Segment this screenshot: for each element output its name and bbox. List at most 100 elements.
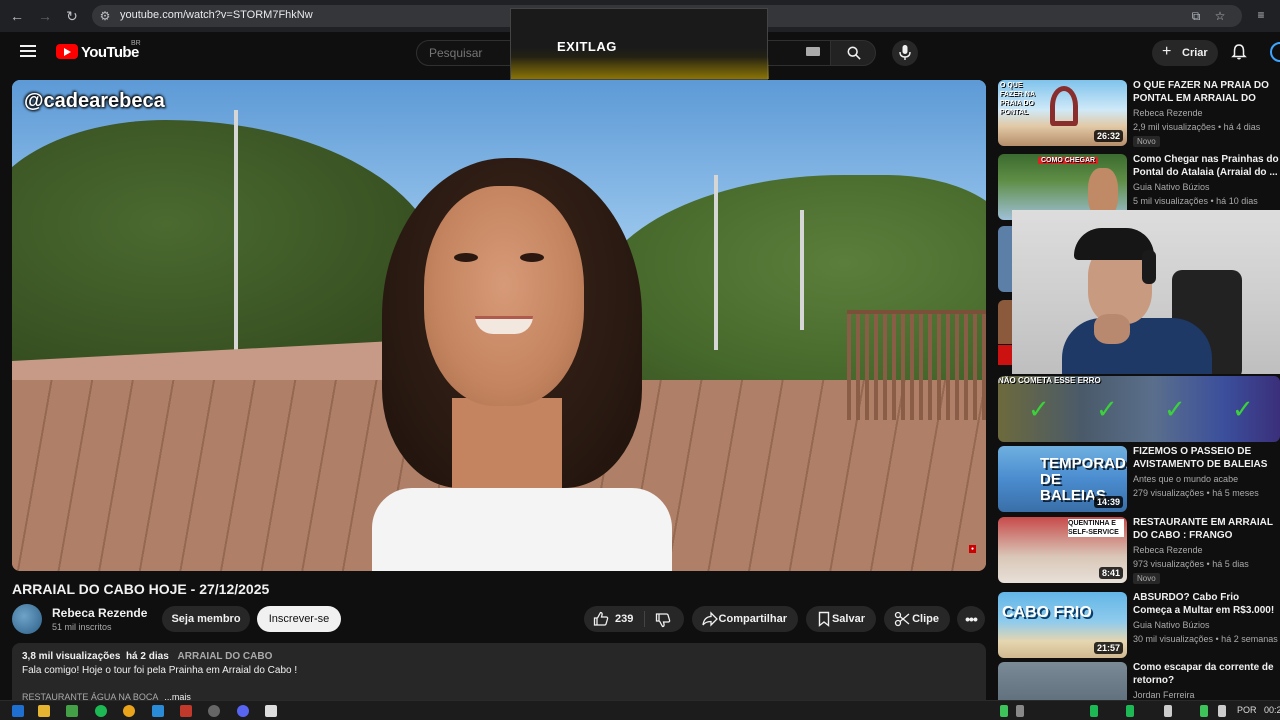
description-box[interactable]: 3,8 mil visualizações há 2 dias ARRAIAL …: [12, 643, 986, 703]
view-count: 3,8 mil visualizações: [22, 651, 121, 662]
hidden-thumbnail[interactable]: [998, 300, 1012, 344]
hashtag[interactable]: ARRAIAL DO CABO: [178, 651, 273, 662]
video-thumbnail[interactable]: TEMPORADA DE BALEIAS 14:39: [998, 446, 1127, 512]
recommended-video[interactable]: NÃO COMETA ESSE ERRO ✓ ✓ ✓ ✓: [998, 376, 1280, 442]
recommended-title[interactable]: ABSURDO? Cabo Frio Começa a Multar em R$…: [1133, 592, 1280, 617]
app-icon[interactable]: [66, 705, 78, 717]
recommended-title[interactable]: Como Chegar nas Prainhas do Pontal do At…: [1133, 154, 1280, 179]
create-button[interactable]: + Criar: [1152, 40, 1218, 66]
recommended-title[interactable]: RESTAURANTE EM ARRAIAL DO CABO : FRANGO …: [1133, 517, 1280, 542]
video-thumbnail[interactable]: NÃO COMETA ESSE ERRO ✓ ✓ ✓ ✓: [998, 376, 1280, 442]
tray-icon[interactable]: [1126, 705, 1134, 717]
recommended-channel[interactable]: Jordan Ferreira: [1133, 690, 1195, 700]
reload-icon[interactable]: ↻: [63, 7, 81, 25]
like-icon[interactable]: [593, 611, 609, 627]
recommended-title[interactable]: FIZEMOS O PASSEIO DE AVISTAMENTO DE BALE…: [1133, 446, 1280, 471]
back-icon[interactable]: ←: [8, 7, 26, 25]
youtube-play-icon: [56, 44, 78, 59]
like-divider: [644, 611, 645, 627]
video-player[interactable]: @cadearebeca ●: [12, 80, 986, 571]
plus-icon: +: [1162, 43, 1172, 60]
recommended-channel[interactable]: Antes que o mundo acabe: [1133, 474, 1238, 484]
recommended-channel[interactable]: Guia Nativo Búzios: [1133, 620, 1210, 630]
install-app-icon[interactable]: ⧉: [1189, 9, 1203, 23]
video-duration: 8:41: [1098, 567, 1123, 579]
description-text: Fala comigo! Hoje o tour foi pela Prainh…: [22, 665, 298, 676]
create-label: Criar: [1182, 47, 1208, 59]
recommended-video[interactable]: QUENTINHA E SELF-SERVICE 8:41 RESTAURANT…: [998, 517, 1280, 584]
channel-name[interactable]: Rebeca Rezende: [52, 606, 147, 620]
tray-icon[interactable]: [1016, 705, 1024, 717]
save-button[interactable]: Salvar: [806, 606, 876, 632]
tray-icon[interactable]: [1200, 705, 1208, 717]
video-thumbnail[interactable]: CABO FRIO 21:57: [998, 592, 1127, 658]
lamp-post: [714, 175, 718, 350]
clip-label: Clipe: [912, 613, 939, 625]
join-member-button[interactable]: Seja membro: [162, 606, 250, 632]
video-title: ARRAIAL DO CABO HOJE - 27/12/2025: [12, 581, 270, 597]
video-thumbnail[interactable]: [998, 662, 1127, 700]
hidden-thumbnail[interactable]: [998, 226, 1012, 292]
account-avatar[interactable]: [1270, 42, 1280, 62]
scissors-icon: [894, 611, 910, 627]
dislike-icon[interactable]: [655, 612, 671, 628]
url-text[interactable]: youtube.com/watch?v=STORM7FhkNw: [120, 9, 313, 21]
notifications-bell-icon[interactable]: [1230, 43, 1248, 61]
share-button[interactable]: Compartilhar: [692, 606, 798, 632]
recommended-title[interactable]: O QUE FAZER NA PRAIA DO PONTAL EM ARRAIA…: [1133, 80, 1280, 105]
discord-icon[interactable]: [237, 705, 249, 717]
search-button[interactable]: [830, 40, 876, 66]
start-icon[interactable]: [12, 705, 24, 717]
forward-icon[interactable]: →: [36, 7, 54, 25]
voice-search-button[interactable]: [892, 40, 918, 66]
chrome-icon[interactable]: [123, 705, 135, 717]
keyboard-icon[interactable]: [806, 47, 820, 56]
like-count[interactable]: 239: [615, 613, 633, 625]
wifi-icon[interactable]: [1218, 705, 1226, 717]
recommended-views: 279 visualizações • há 5 meses: [1133, 488, 1259, 498]
recommended-views: 5 mil visualizações • há 10 dias: [1133, 196, 1258, 206]
share-label: Compartilhar: [718, 613, 787, 625]
channel-subscribers: 51 mil inscritos: [52, 622, 112, 632]
tray-icon[interactable]: [1000, 705, 1008, 717]
more-actions-button[interactable]: •••: [957, 606, 985, 632]
app-icon[interactable]: [208, 705, 220, 717]
video-duration: 26:32: [1093, 130, 1123, 142]
recommended-video[interactable]: TEMPORADA DE BALEIAS 14:39 FIZEMOS O PAS…: [998, 446, 1280, 512]
hamburger-menu-icon[interactable]: [20, 45, 36, 57]
recommended-title[interactable]: Como escapar da corrente de retorno?: [1133, 662, 1280, 687]
recommended-video[interactable]: Como escapar da corrente de retorno? Jor…: [998, 662, 1280, 700]
video-thumbnail[interactable]: O QUE FAZER NA PRAIA DO PONTAL 26:32: [998, 80, 1127, 146]
recommended-channel[interactable]: Guia Nativo Búzios: [1133, 182, 1210, 192]
file-explorer-icon[interactable]: [38, 705, 50, 717]
site-settings-icon[interactable]: ⚙: [98, 9, 112, 23]
new-badge: Novo: [1133, 573, 1160, 584]
clip-button[interactable]: Clipe: [884, 606, 950, 632]
app-icon[interactable]: [265, 705, 277, 717]
upload-age: há 2 dias: [125, 651, 169, 662]
spotify-icon[interactable]: [95, 705, 107, 717]
recommended-video[interactable]: O QUE FAZER NA PRAIA DO PONTAL 26:32 O Q…: [998, 80, 1280, 147]
app-icon[interactable]: [180, 705, 192, 717]
thumbnail-text: COMO CHEGAR: [1038, 157, 1099, 164]
video-thumbnail[interactable]: QUENTINHA E SELF-SERVICE 8:41: [998, 517, 1127, 583]
app-icon[interactable]: [152, 705, 164, 717]
video-duration: 21:57: [1093, 642, 1123, 654]
clock[interactable]: 00:2: [1264, 705, 1280, 715]
bookmark-star-icon[interactable]: ☆: [1213, 9, 1227, 23]
checkmark-icon: ✓: [1232, 394, 1254, 424]
recommended-channel[interactable]: Rebeca Rezende: [1133, 545, 1203, 555]
recommended-channel[interactable]: Rebeca Rezende: [1133, 108, 1203, 118]
recommended-video[interactable]: CABO FRIO 21:57 ABSURDO? Cabo Frio Começ…: [998, 592, 1280, 658]
subscribe-button[interactable]: Inscrever-se: [257, 606, 341, 632]
tray-icon[interactable]: [1164, 705, 1172, 717]
video-duration: 14:39: [1093, 496, 1123, 508]
tray-icon[interactable]: [1090, 705, 1098, 717]
language-indicator[interactable]: POR: [1237, 705, 1257, 715]
channel-avatar[interactable]: [12, 604, 42, 634]
reading-list-icon[interactable]: ≡: [1254, 8, 1268, 22]
subscribe-watermark-icon: ●: [968, 545, 976, 553]
lamp-post: [234, 110, 238, 360]
description-meta: 3,8 mil visualizações há 2 dias ARRAIAL …: [22, 651, 272, 662]
video-person: [342, 158, 702, 571]
